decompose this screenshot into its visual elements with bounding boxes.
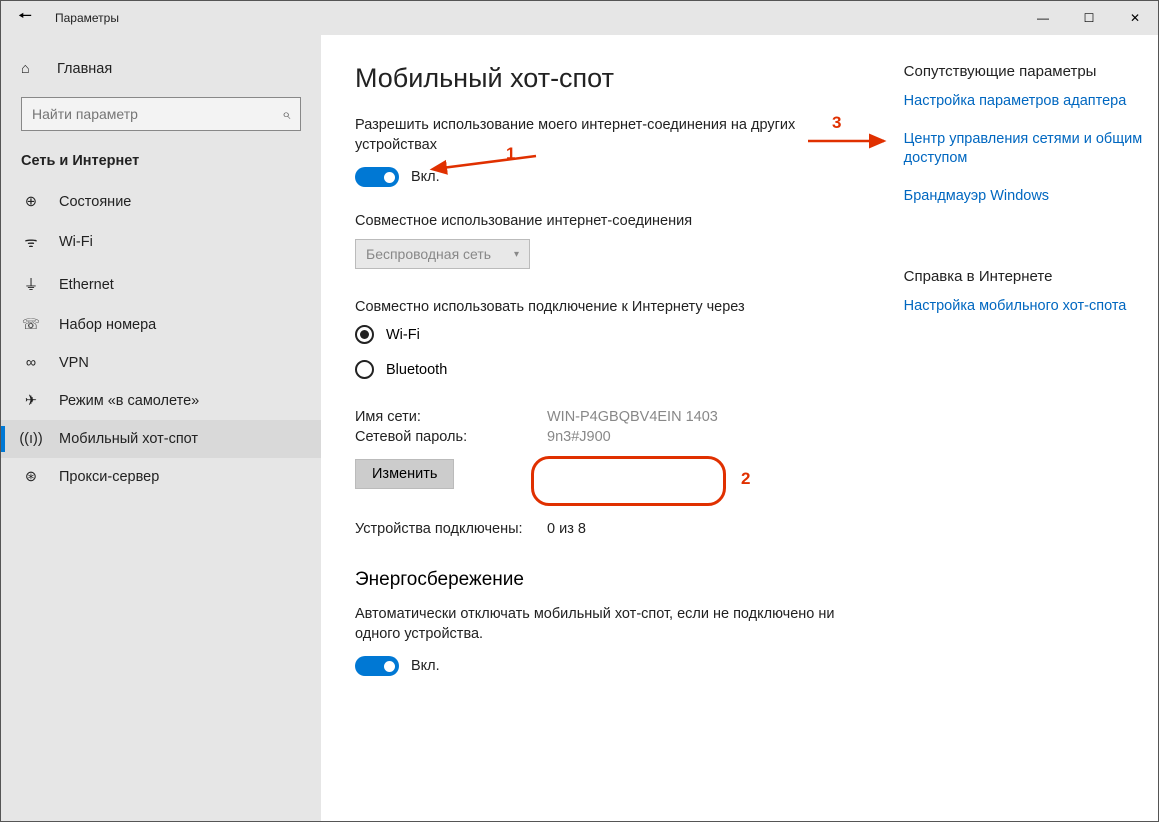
sidebar-item-label: Прокси-сервер [59,469,159,485]
sidebar-item-dialup[interactable]: ☏ Набор номера [1,306,321,344]
network-password-value: 9n3#J900 [547,429,611,445]
radio-bluetooth[interactable]: Bluetooth [355,360,864,379]
airplane-icon: ✈ [21,393,41,409]
power-toggle[interactable] [355,656,399,676]
power-toggle-label: Вкл. [411,658,440,674]
link-adapter-settings[interactable]: Настройка параметров адаптера [904,92,1158,112]
sidebar-item-label: Набор номера [59,317,156,333]
hotspot-icon: ((ı)) [21,431,41,447]
sidebar-item-wifi[interactable]: ᯤ Wi-Fi [1,221,321,263]
share-toggle-label: Вкл. [411,169,440,185]
network-password-row: Сетевой пароль: 9n3#J900 [355,429,864,445]
wifi-icon: ᯤ [21,232,41,252]
sidebar-home-label: Главная [57,61,112,77]
main-content: Мобильный хот-спот Разрешить использован… [321,35,1158,821]
share-description: Разрешить использование моего интернет-с… [355,116,864,155]
sidebar-section-title: Сеть и Интернет [1,147,321,183]
devices-value: 0 из 8 [547,521,586,537]
maximize-button[interactable]: ☐ [1066,1,1112,35]
sidebar-item-ethernet[interactable]: ⏚ Ethernet [1,263,321,306]
right-pane: Сопутствующие параметры Настройка параме… [904,63,1158,801]
back-button[interactable]: 🠔 [1,5,49,32]
sidebar-item-label: VPN [59,355,89,371]
proxy-icon: ⊛ [21,469,41,485]
link-firewall[interactable]: Брандмауэр Windows [904,187,1158,207]
radio-wifi-control[interactable] [355,325,374,344]
radio-bluetooth-label: Bluetooth [386,362,447,378]
network-name-row: Имя сети: WIN-P4GBQBV4EIN 1403 [355,409,864,425]
radio-wifi[interactable]: Wi-Fi [355,325,864,344]
power-description: Автоматически отключать мобильный хот-сп… [355,605,864,644]
home-icon: ⌂ [21,61,39,77]
sidebar-item-vpn[interactable]: ∞ VPN [1,344,321,382]
connection-label: Совместное использование интернет-соедин… [355,213,864,229]
sidebar-item-label: Ethernet [59,277,114,293]
sidebar-home[interactable]: ⌂ Главная [1,53,321,85]
sidebar: ⌂ Главная ⌕ Сеть и Интернет ⊕ Состояние ᯤ… [1,35,321,821]
help-heading: Справка в Интернете [904,268,1158,285]
close-button[interactable]: ✕ [1112,1,1158,35]
edit-button[interactable]: Изменить [355,459,454,489]
search-input[interactable] [32,106,282,122]
devices-row: Устройства подключены: 0 из 8 [355,521,864,537]
sidebar-item-label: Режим «в самолете» [59,393,199,409]
network-password-label: Сетевой пароль: [355,429,547,445]
link-network-center[interactable]: Центр управления сетями и общим доступом [904,130,1158,169]
radio-wifi-label: Wi-Fi [386,327,420,343]
share-toggle[interactable] [355,167,399,187]
connection-select[interactable]: Беспроводная сеть ▾ [355,239,530,269]
vpn-icon: ∞ [21,355,41,371]
power-heading: Энергосбережение [355,569,864,591]
sidebar-item-status[interactable]: ⊕ Состояние [1,183,321,221]
minimize-button[interactable]: — [1020,1,1066,35]
sidebar-item-label: Wi-Fi [59,234,93,250]
sidebar-item-proxy[interactable]: ⊛ Прокси-сервер [1,458,321,496]
share-over-label: Совместно использовать подключение к Инт… [355,299,864,315]
dialup-icon: ☏ [21,317,41,333]
network-name-value: WIN-P4GBQBV4EIN 1403 [547,409,718,425]
connection-select-value: Беспроводная сеть [366,246,506,262]
devices-label: Устройства подключены: [355,521,547,537]
status-icon: ⊕ [21,194,41,210]
window-title: Параметры [55,11,119,25]
titlebar: 🠔 Параметры — ☐ ✕ [1,1,1158,35]
ethernet-icon: ⏚ [21,274,41,295]
sidebar-item-airplane[interactable]: ✈ Режим «в самолете» [1,382,321,420]
network-name-label: Имя сети: [355,409,547,425]
search-input-wrap[interactable]: ⌕ [21,97,301,131]
radio-bluetooth-control[interactable] [355,360,374,379]
chevron-down-icon: ▾ [514,249,519,260]
sidebar-item-hotspot[interactable]: ((ı)) Мобильный хот-спот [1,420,321,458]
related-heading: Сопутствующие параметры [904,63,1158,80]
search-icon: ⌕ [282,106,290,123]
sidebar-item-label: Мобильный хот-спот [59,431,198,447]
sidebar-nav: ⊕ Состояние ᯤ Wi-Fi ⏚ Ethernet ☏ Набор номер… [1,183,321,496]
page-title: Мобильный хот-спот [355,63,864,94]
link-help-hotspot[interactable]: Настройка мобильного хот-спота [904,297,1158,317]
sidebar-item-label: Состояние [59,194,131,210]
